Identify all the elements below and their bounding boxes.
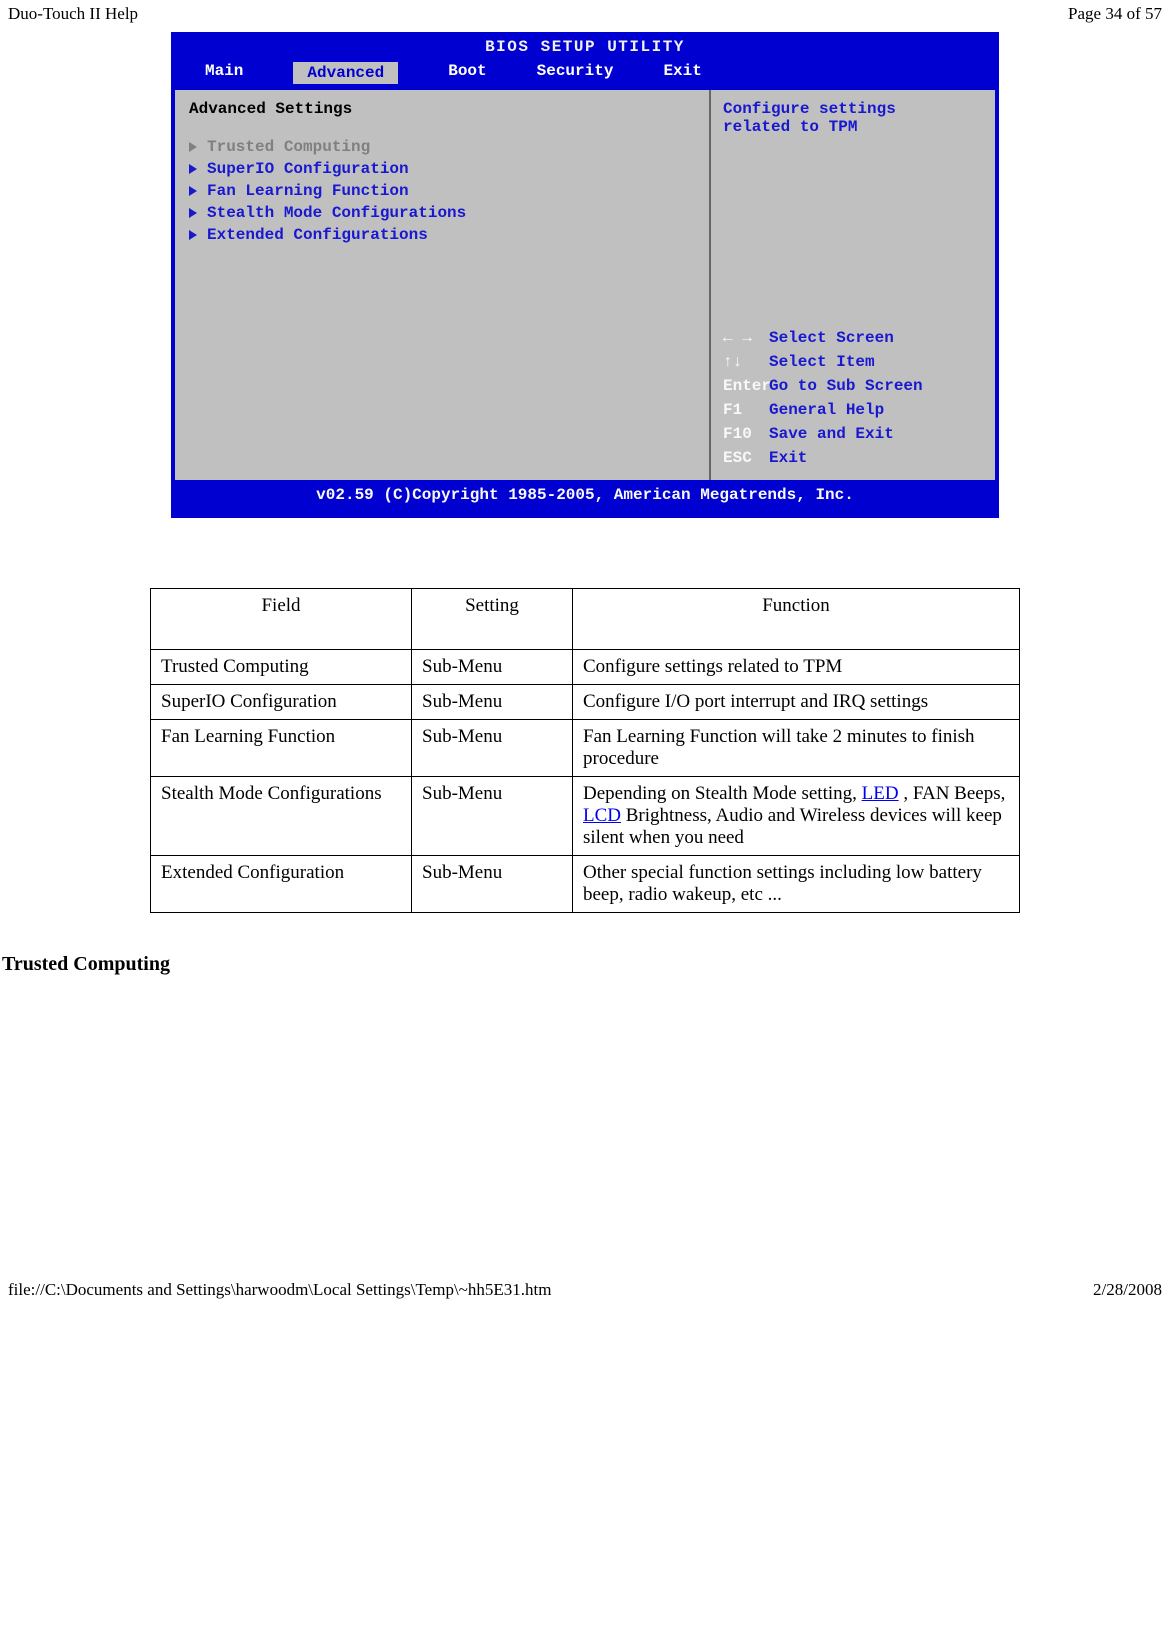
col-header-function: Function [573, 589, 1020, 650]
bios-tab[interactable]: Advanced [293, 62, 398, 84]
triangle-icon [189, 164, 197, 174]
bios-key-row: F10Save and Exit [723, 422, 983, 446]
cell-setting: Sub-Menu [412, 650, 573, 685]
bios-menu-item[interactable]: SuperIO Configuration [189, 158, 695, 180]
cell-field: SuperIO Configuration [151, 685, 412, 720]
bios-menu-item[interactable]: Fan Learning Function [189, 180, 695, 202]
bios-key-label: Select Item [769, 353, 875, 371]
bios-key-label: Select Screen [769, 329, 894, 347]
bios-tab[interactable]: Main [205, 62, 243, 84]
bios-help-panel: Configure settings related to TPM ← →Sel… [711, 90, 995, 480]
bios-key-row: F1General Help [723, 398, 983, 422]
bios-screenshot: BIOS SETUP UTILITY Main Advanced Boot Secur… [171, 32, 999, 518]
table-row: Fan Learning FunctionSub-MenuFan Learnin… [151, 720, 1020, 777]
bios-tab[interactable]: Boot [448, 62, 486, 84]
col-header-field: Field [151, 589, 412, 650]
bios-key-label: General Help [769, 401, 884, 419]
cell-field: Stealth Mode Configurations [151, 777, 412, 856]
bios-menu-label: Trusted Computing [207, 138, 370, 156]
bios-menu-label: Stealth Mode Configurations [207, 204, 466, 222]
bios-key: F1 [723, 398, 769, 422]
cell-field: Fan Learning Function [151, 720, 412, 777]
bios-key-label: Go to Sub Screen [769, 377, 923, 395]
bios-tab-bar: Main Advanced Boot Security Exit [175, 58, 995, 90]
bios-key: ↑↓ [723, 350, 769, 374]
bios-key-row: ESCExit [723, 446, 983, 470]
cell-function: Configure settings related to TPM [573, 650, 1020, 685]
cell-function: Depending on Stealth Mode setting, LED ,… [573, 777, 1020, 856]
bios-panel-heading: Advanced Settings [189, 100, 695, 118]
bios-left-panel: Advanced Settings Trusted Computing Super… [175, 90, 711, 480]
bios-menu-label: Fan Learning Function [207, 182, 409, 200]
cell-function: Configure I/O port interrupt and IRQ set… [573, 685, 1020, 720]
table-row: SuperIO ConfigurationSub-MenuConfigure I… [151, 685, 1020, 720]
fields-table: Field Setting Function Trusted Computing… [150, 588, 1020, 913]
cell-setting: Sub-Menu [412, 685, 573, 720]
bios-menu-item[interactable]: Stealth Mode Configurations [189, 202, 695, 224]
bios-key-label: Exit [769, 449, 807, 467]
cell-function: Fan Learning Function will take 2 minute… [573, 720, 1020, 777]
table-row: Extended ConfigurationSub-MenuOther spec… [151, 856, 1020, 913]
cell-setting: Sub-Menu [412, 856, 573, 913]
bios-tab[interactable]: Exit [663, 62, 701, 84]
bios-menu-label: SuperIO Configuration [207, 160, 409, 178]
section-heading: Trusted Computing [2, 953, 1170, 976]
footer-date: 2/28/2008 [1093, 1280, 1162, 1300]
bios-key-row: EnterGo to Sub Screen [723, 374, 983, 398]
footer-path: file://C:\Documents and Settings\harwood… [8, 1280, 551, 1300]
cell-function: Other special function settings includin… [573, 856, 1020, 913]
triangle-icon [189, 186, 197, 196]
cell-field: Extended Configuration [151, 856, 412, 913]
cell-setting: Sub-Menu [412, 720, 573, 777]
bios-help-line: related to TPM [723, 118, 983, 136]
bios-key-row: ↑↓Select Item [723, 350, 983, 374]
bios-menu-label: Extended Configurations [207, 226, 428, 244]
bios-key-row: ← →Select Screen [723, 326, 983, 350]
triangle-icon [189, 230, 197, 240]
bios-key: ← → [723, 326, 769, 350]
cell-setting: Sub-Menu [412, 777, 573, 856]
cell-field: Trusted Computing [151, 650, 412, 685]
bios-copyright: v02.59 (C)Copyright 1985-2005, American … [175, 480, 995, 514]
bios-menu-item[interactable]: Trusted Computing [189, 136, 695, 158]
table-row: Trusted ComputingSub-MenuConfigure setti… [151, 650, 1020, 685]
glossary-link[interactable]: LCD [583, 805, 621, 826]
bios-key: F10 [723, 422, 769, 446]
bios-menu-item[interactable]: Extended Configurations [189, 224, 695, 246]
table-row: Stealth Mode ConfigurationsSub-MenuDepen… [151, 777, 1020, 856]
bios-key: ESC [723, 446, 769, 470]
triangle-icon [189, 208, 197, 218]
bios-help-line: Configure settings [723, 100, 983, 118]
bios-tab[interactable]: Security [537, 62, 614, 84]
bios-title: BIOS SETUP UTILITY [175, 36, 995, 58]
triangle-icon [189, 142, 197, 152]
glossary-link[interactable]: LED [862, 783, 899, 804]
doc-title: Duo-Touch II Help [8, 4, 138, 24]
col-header-setting: Setting [412, 589, 573, 650]
bios-key: Enter [723, 374, 769, 398]
bios-key-label: Save and Exit [769, 425, 894, 443]
page-number: Page 34 of 57 [1068, 4, 1162, 24]
